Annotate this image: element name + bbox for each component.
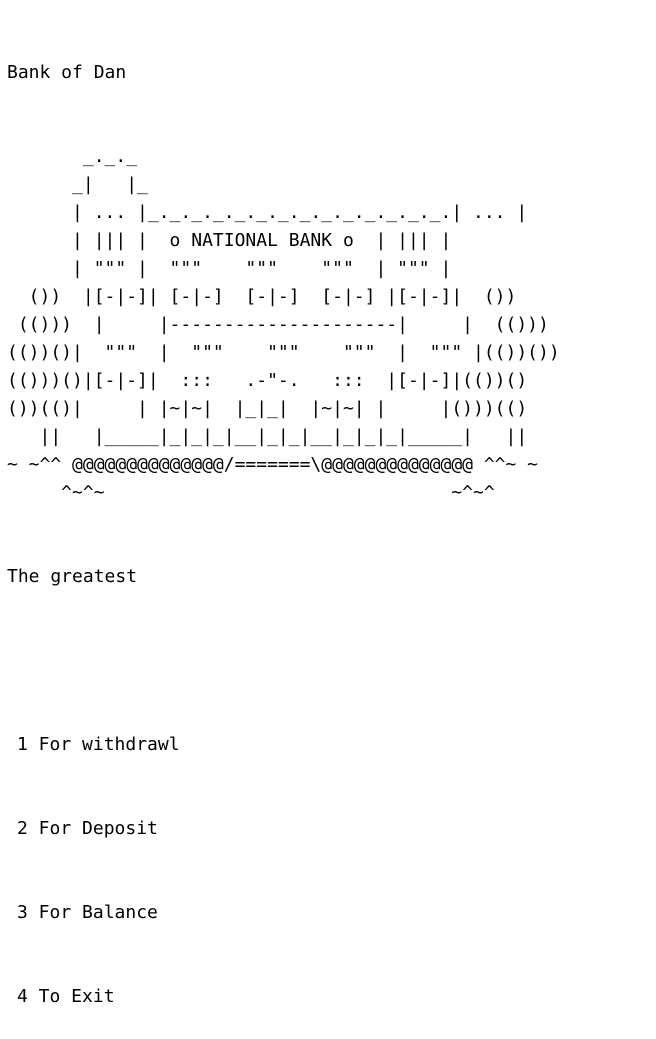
menu-option-withdraw: 1 For withdrawl bbox=[17, 734, 180, 755]
menu-option-exit: 4 To Exit bbox=[17, 986, 115, 1007]
tagline: The greatest bbox=[7, 566, 138, 587]
terminal-window: Bank of Dan _._._ _| |_ | ... |_._._._._… bbox=[7, 3, 656, 1007]
bank-header: Bank of Dan bbox=[7, 62, 127, 83]
bank-ascii-art: _._._ _| |_ | ... |_._._._._._._._._._._… bbox=[7, 146, 560, 503]
menu-option-balance: 3 For Balance bbox=[17, 902, 158, 923]
menu-option-deposit: 2 For Deposit bbox=[17, 818, 158, 839]
